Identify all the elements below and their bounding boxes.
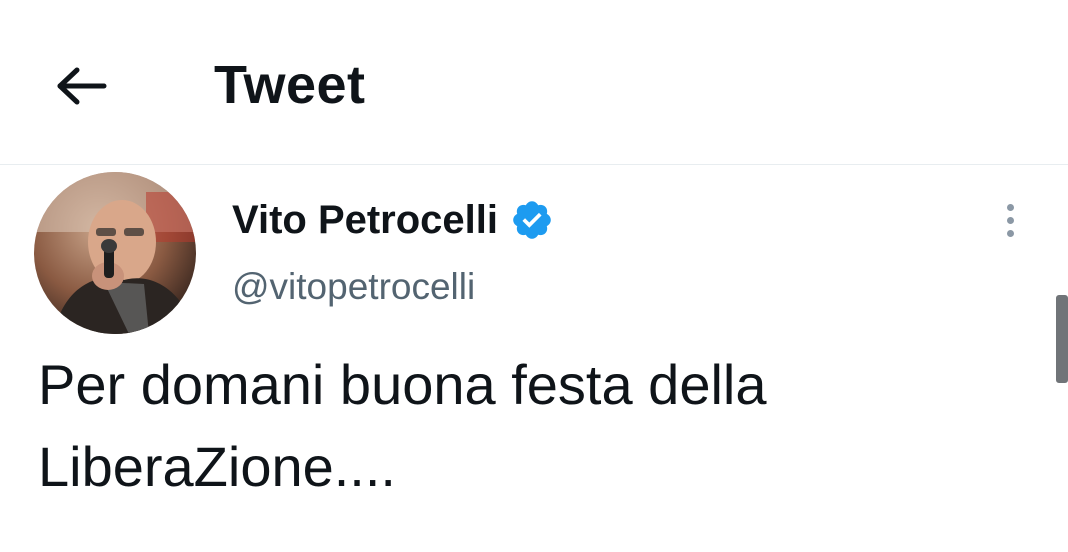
display-name: Vito Petrocelli (232, 198, 499, 242)
more-vertical-icon-dot (1006, 216, 1014, 224)
tweet-page: Tweet Vito Petrocelli @vitopetrocelli Pe… (0, 0, 1068, 552)
avatar-photo (34, 172, 196, 334)
arrow-left-icon (57, 67, 107, 105)
author-name-row[interactable]: Vito Petrocelli (232, 194, 554, 246)
avatar[interactable] (34, 172, 196, 334)
more-options-button[interactable] (988, 196, 1032, 244)
more-vertical-icon-dot (1006, 229, 1014, 237)
verified-badge-icon (513, 201, 551, 239)
scrollbar-thumb[interactable] (1056, 295, 1068, 383)
page-title: Tweet (214, 55, 366, 115)
back-button[interactable] (50, 54, 114, 118)
more-vertical-icon (1006, 203, 1014, 211)
header-bar: Tweet (0, 0, 1068, 165)
author-handle[interactable]: @vitopetrocelli (232, 262, 475, 312)
tweet-text: Per domani buona festa della LiberaZione… (38, 353, 767, 498)
